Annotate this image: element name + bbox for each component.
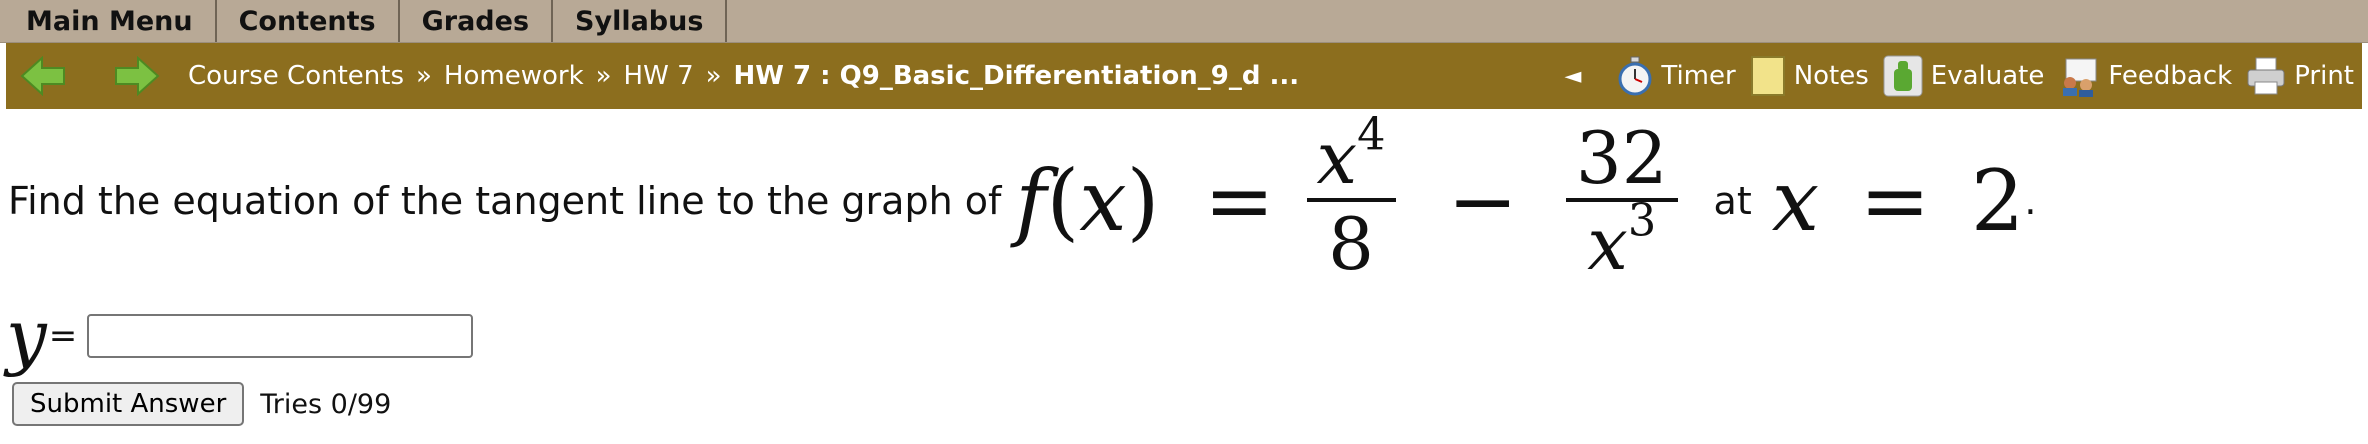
- numerator-exponent: 4: [1357, 108, 1386, 161]
- breadcrumb-course-contents[interactable]: Course Contents: [188, 61, 404, 91]
- denominator-exponent: 3: [1627, 194, 1657, 247]
- numerator-variable: x: [1316, 116, 1358, 200]
- breadcrumb-separator: »: [595, 61, 612, 91]
- fraction-denominator: x3: [1577, 198, 1666, 280]
- function-name: f: [1015, 152, 1047, 250]
- notepad-icon: [1750, 55, 1786, 97]
- submit-answer-button[interactable]: Submit Answer: [12, 382, 245, 426]
- tab-contents[interactable]: Contents: [217, 0, 400, 42]
- evaluate-button[interactable]: Evaluate: [1883, 55, 2045, 97]
- answer-row: y =: [6, 294, 474, 378]
- right-paren: ): [1126, 152, 1160, 250]
- fraction-32-over-x3: 32 x3: [1565, 122, 1678, 280]
- breadcrumb: Course Contents » Homework » HW 7 » HW 7…: [188, 61, 1299, 91]
- tab-grades[interactable]: Grades: [400, 0, 554, 42]
- next-arrow-icon[interactable]: [112, 53, 162, 99]
- toolbar: ◄ Timer Notes Evaluate Feedback Print: [1564, 43, 2354, 109]
- point-variable: x: [1771, 152, 1820, 250]
- point-expression: x = 2: [1772, 152, 2025, 250]
- point-value: 2: [1970, 152, 2025, 250]
- breadcrumb-current-problem: HW 7 : Q9_Basic_Differentiation_9_d ...: [733, 61, 1300, 91]
- timer-label: Timer: [1661, 61, 1736, 91]
- left-paren: (: [1046, 152, 1080, 250]
- print-button[interactable]: Print: [2246, 56, 2354, 96]
- print-label: Print: [2294, 61, 2354, 91]
- notes-label: Notes: [1793, 61, 1869, 91]
- printer-icon: [2246, 56, 2286, 96]
- feedback-icon: [2058, 55, 2100, 97]
- submit-row: Submit Answer Tries 0/99: [12, 382, 391, 426]
- breadcrumb-homework[interactable]: Homework: [444, 61, 584, 91]
- fraction-denominator: 8: [1328, 202, 1374, 286]
- feedback-label: Feedback: [2108, 61, 2233, 91]
- point-equals: =: [1859, 152, 1931, 250]
- fraction-x4-over-8: x4 8: [1306, 112, 1396, 286]
- timer-button[interactable]: Timer: [1617, 56, 1736, 96]
- breadcrumb-separator: »: [705, 61, 722, 91]
- evaluate-icon: [1883, 55, 1923, 97]
- breadcrumb-hw7[interactable]: HW 7: [624, 61, 694, 91]
- main-tab-menu: Main Menu Contents Grades Syllabus: [0, 0, 2368, 43]
- stopwatch-icon: [1617, 56, 1653, 96]
- minus-sign: −: [1447, 152, 1518, 250]
- equals-sign: =: [1204, 152, 1275, 250]
- denominator-variable: x: [1587, 202, 1628, 286]
- navigation-bar: Course Contents » Homework » HW 7 » HW 7…: [6, 43, 2362, 109]
- function-expression: f(x) =: [1015, 152, 1288, 250]
- breadcrumb-separator: »: [416, 61, 432, 91]
- question-text: Find the equation of the tangent line to…: [8, 179, 1002, 223]
- answer-input[interactable]: [87, 314, 474, 358]
- evaluate-label: Evaluate: [1930, 61, 2045, 91]
- tab-syllabus[interactable]: Syllabus: [553, 0, 728, 42]
- collapse-toolbar-icon[interactable]: ◄: [1564, 64, 1581, 89]
- problem-statement: Find the equation of the tangent line to…: [8, 112, 2036, 290]
- tries-counter: Tries 0/99: [260, 388, 392, 420]
- answer-equals: =: [48, 316, 78, 356]
- tab-main-menu[interactable]: Main Menu: [0, 0, 217, 42]
- feedback-button[interactable]: Feedback: [2058, 55, 2232, 97]
- fraction-numerator: x4: [1306, 112, 1396, 202]
- function-variable: x: [1079, 152, 1127, 250]
- notes-button[interactable]: Notes: [1750, 55, 1869, 97]
- fraction-numerator: 32: [1565, 122, 1678, 202]
- at-word: at: [1713, 179, 1752, 223]
- sentence-period: .: [2024, 179, 2037, 223]
- answer-variable: y: [6, 294, 47, 378]
- previous-arrow-icon[interactable]: [18, 53, 68, 99]
